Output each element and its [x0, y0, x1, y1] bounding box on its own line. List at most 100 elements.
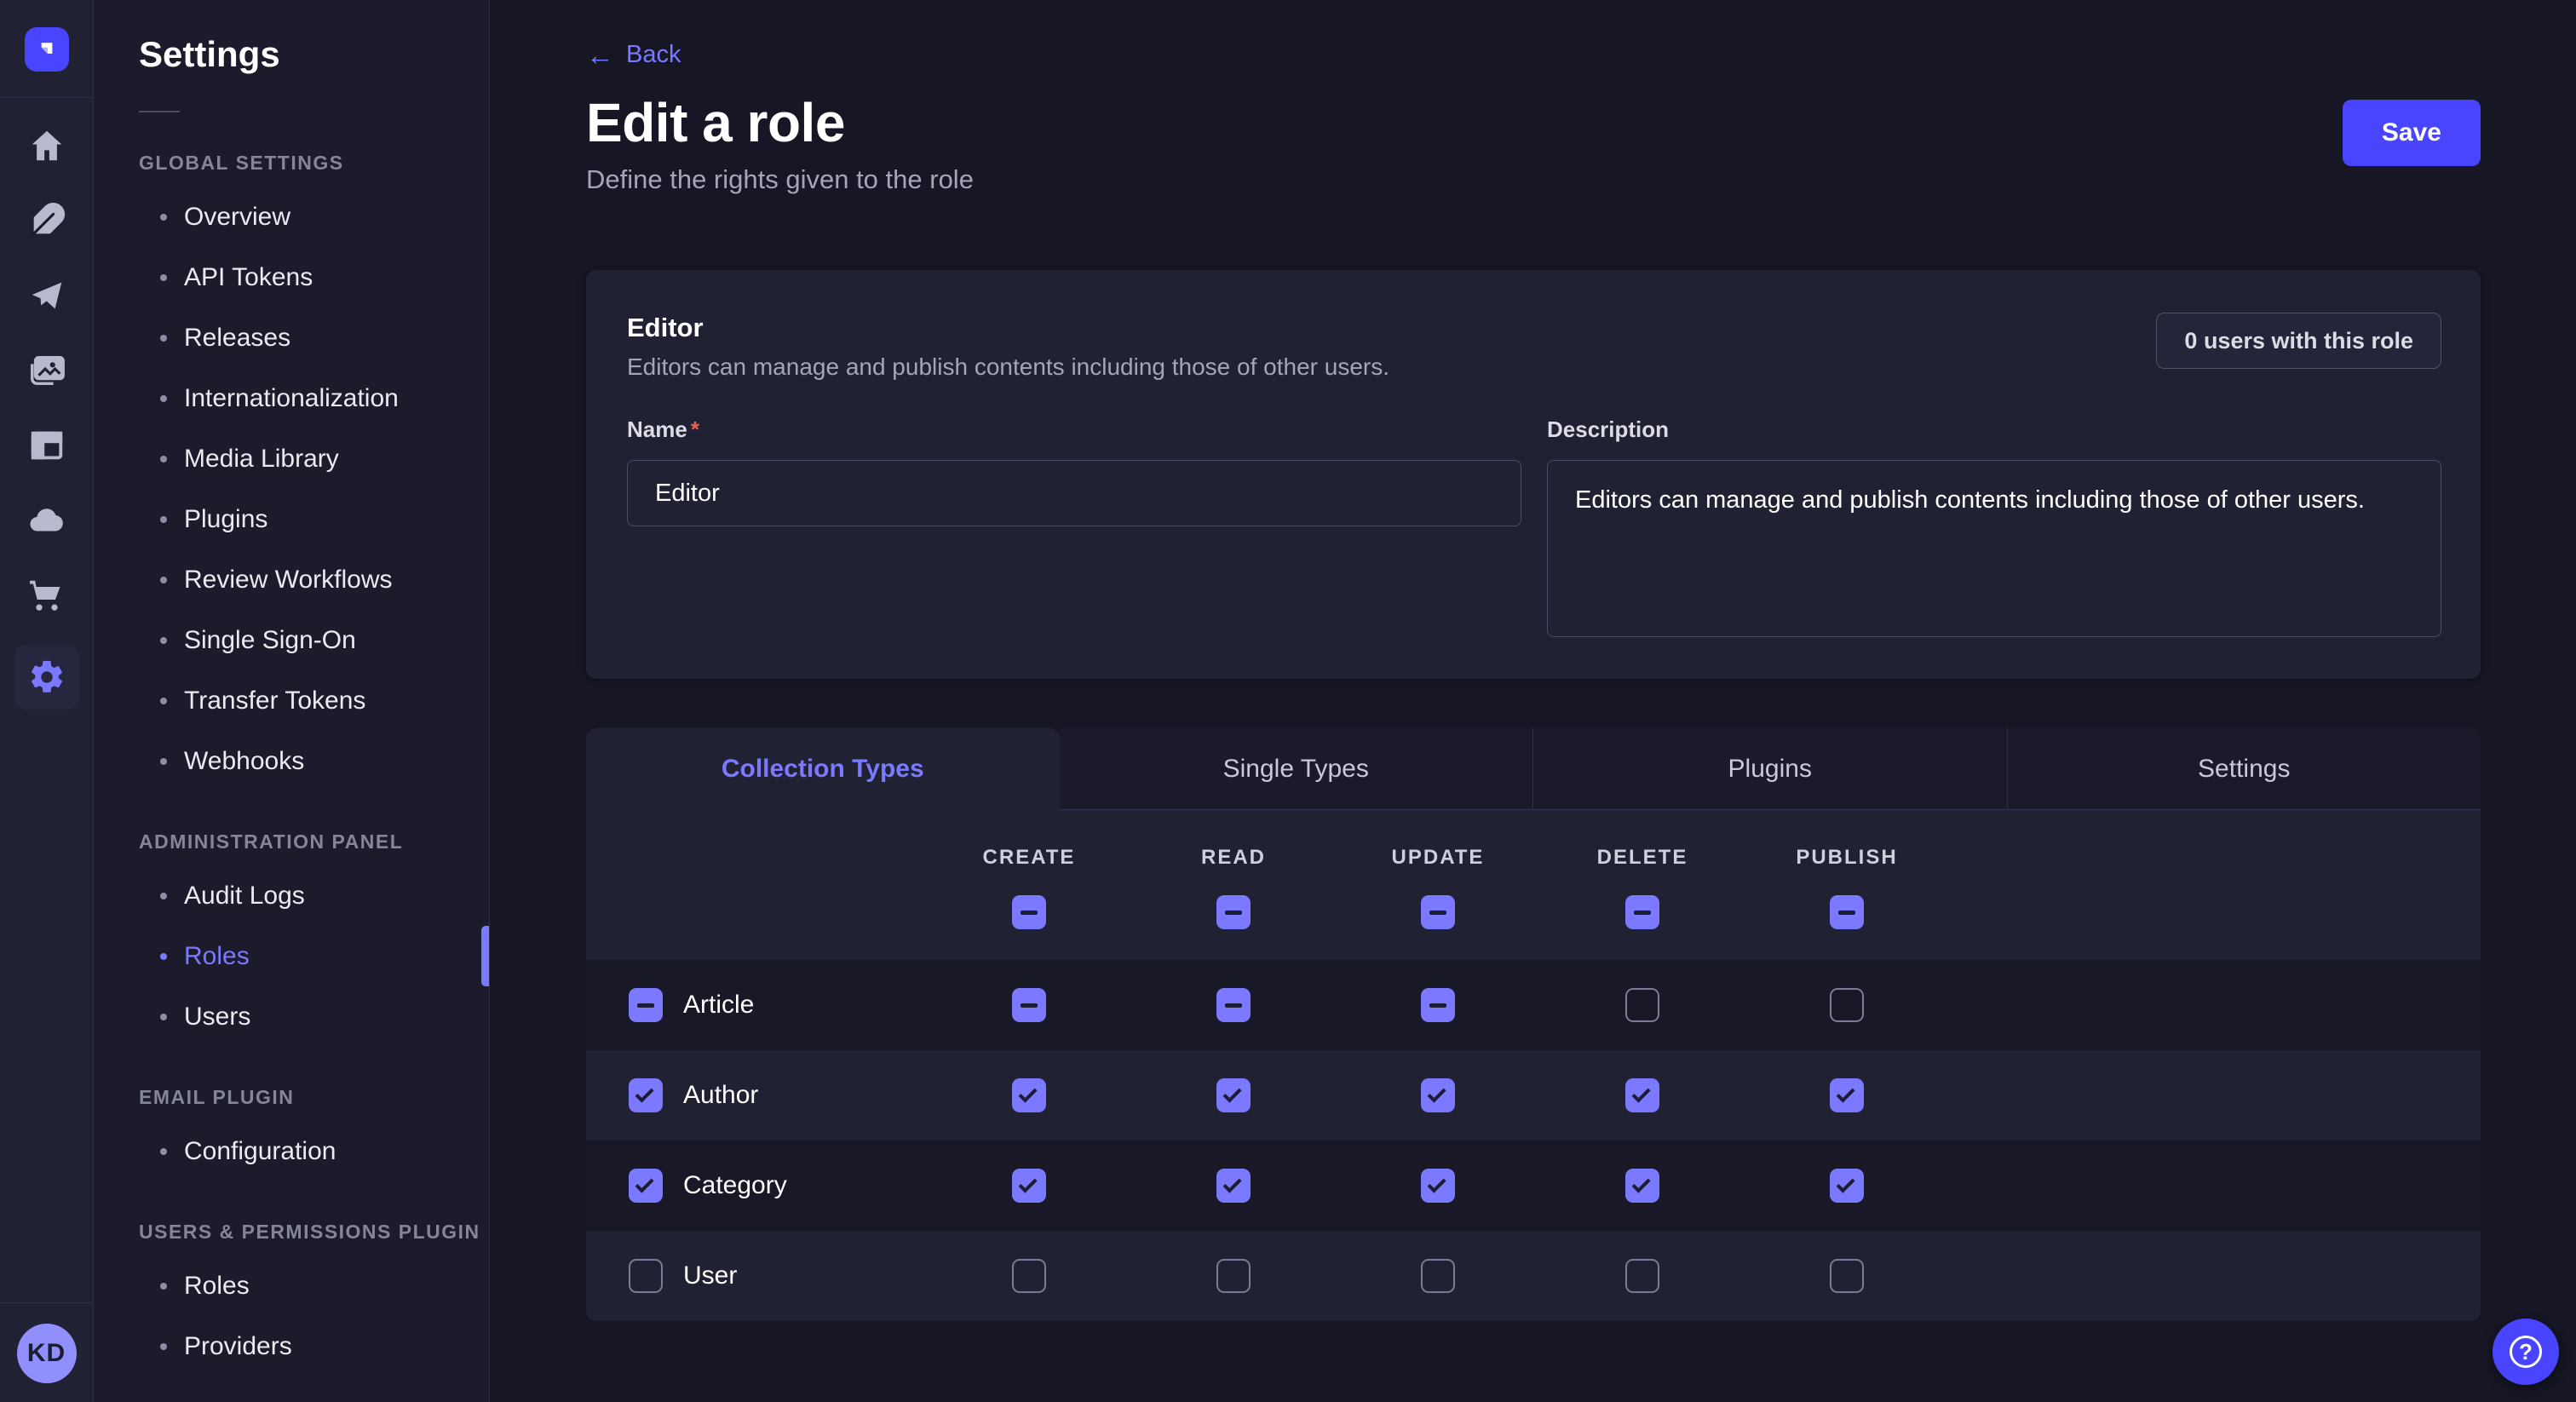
content-builder-feather-icon[interactable]: [14, 195, 79, 246]
row-label: User: [683, 1261, 737, 1290]
user-publish-checkbox[interactable]: [1830, 1259, 1864, 1293]
check-mark-icon: [1632, 1174, 1651, 1192]
rail-icon-list: [14, 120, 79, 720]
settings-nav-item-media-library[interactable]: Media Library: [94, 428, 489, 489]
settings-nav-item-providers[interactable]: Providers: [94, 1316, 489, 1376]
author-delete-checkbox[interactable]: [1625, 1078, 1659, 1112]
check-mark-icon: [1632, 1083, 1651, 1102]
permission-cell: [1745, 1078, 1949, 1112]
user-create-checkbox[interactable]: [1012, 1259, 1046, 1293]
deploy-paper-plane-icon[interactable]: [14, 270, 79, 321]
settings-nav-item-configuration[interactable]: Configuration: [94, 1121, 489, 1181]
description-field-label: Description: [1547, 417, 2441, 443]
header-checkbox-cell: [1336, 895, 1540, 929]
user-delete-checkbox[interactable]: [1625, 1259, 1659, 1293]
bullet-icon: [160, 893, 167, 899]
home-icon[interactable]: [14, 120, 79, 171]
marketplace-cart-icon[interactable]: [14, 570, 79, 621]
select-row-user-checkbox[interactable]: [629, 1259, 663, 1293]
avatar[interactable]: KD: [17, 1324, 77, 1383]
tab-plugins[interactable]: Plugins: [1532, 728, 2007, 810]
permission-cell: [1131, 1259, 1336, 1293]
article-create-checkbox[interactable]: [1012, 988, 1046, 1022]
nav-item-label: Internationalization: [184, 384, 399, 413]
settings-nav-item-transfer-tokens[interactable]: Transfer Tokens: [94, 670, 489, 731]
settings-nav-item-overview[interactable]: Overview: [94, 187, 489, 247]
indeterminate-dash-icon: [1838, 911, 1855, 915]
category-publish-checkbox[interactable]: [1830, 1169, 1864, 1203]
nav-section-label-administration-panel: ADMINISTRATION PANEL: [139, 830, 489, 853]
permission-cell: [1745, 1259, 1949, 1293]
author-create-checkbox[interactable]: [1012, 1078, 1046, 1112]
subnav-title: Settings: [139, 34, 489, 75]
indeterminate-dash-icon: [1634, 911, 1651, 915]
select-all-delete-checkbox[interactable]: [1625, 895, 1659, 929]
category-read-checkbox[interactable]: [1216, 1169, 1251, 1203]
bullet-icon: [160, 1283, 167, 1290]
select-all-create-checkbox[interactable]: [1012, 895, 1046, 929]
nav-item-label: Roles: [184, 1272, 250, 1301]
tab-single-types[interactable]: Single Types: [1060, 728, 1533, 810]
author-update-checkbox[interactable]: [1421, 1078, 1455, 1112]
media-library-images-icon[interactable]: [14, 345, 79, 396]
settings-nav-item-webhooks[interactable]: Webhooks: [94, 731, 489, 791]
settings-nav-item-internationalization[interactable]: Internationalization: [94, 368, 489, 428]
cloud-icon[interactable]: [14, 495, 79, 546]
name-input[interactable]: [627, 460, 1521, 526]
header-checkbox-cell: [1745, 895, 1949, 929]
users-with-role-button[interactable]: 0 users with this role: [2156, 313, 2441, 369]
rail-divider: [0, 97, 94, 98]
settings-nav-item-audit-logs[interactable]: Audit Logs: [94, 865, 489, 926]
indeterminate-dash-icon: [637, 1003, 654, 1008]
select-row-author-checkbox[interactable]: [629, 1078, 663, 1112]
tab-settings[interactable]: Settings: [2007, 728, 2481, 810]
author-read-checkbox[interactable]: [1216, 1078, 1251, 1112]
article-read-checkbox[interactable]: [1216, 988, 1251, 1022]
user-update-checkbox[interactable]: [1421, 1259, 1455, 1293]
content-manager-layout-icon[interactable]: [14, 420, 79, 471]
header-checkbox-cell: [1131, 895, 1336, 929]
select-all-read-checkbox[interactable]: [1216, 895, 1251, 929]
select-all-update-checkbox[interactable]: [1421, 895, 1455, 929]
article-publish-checkbox[interactable]: [1830, 988, 1864, 1022]
nav-item-label: Roles: [184, 942, 250, 971]
settings-nav-item-roles[interactable]: Roles: [94, 926, 489, 986]
author-publish-checkbox[interactable]: [1830, 1078, 1864, 1112]
settings-nav-item-api-tokens[interactable]: API Tokens: [94, 247, 489, 307]
settings-nav-item-single-sign-on[interactable]: Single Sign-On: [94, 610, 489, 670]
back-link[interactable]: ← Back: [586, 41, 681, 69]
settings-gear-icon[interactable]: [14, 645, 79, 710]
bullet-icon: [160, 456, 167, 463]
settings-nav-item-review-workflows[interactable]: Review Workflows: [94, 549, 489, 610]
article-update-checkbox[interactable]: [1421, 988, 1455, 1022]
column-label-publish: Publish: [1745, 846, 1949, 870]
select-all-publish-checkbox[interactable]: [1830, 895, 1864, 929]
description-textarea[interactable]: Editors can manage and publish contents …: [1547, 460, 2441, 637]
category-create-checkbox[interactable]: [1012, 1169, 1046, 1203]
check-mark-icon: [1019, 1174, 1038, 1192]
bullet-icon: [160, 637, 167, 644]
permission-cell: [1336, 1259, 1540, 1293]
settings-nav-item-users[interactable]: Users: [94, 986, 489, 1047]
help-button[interactable]: ?: [2493, 1319, 2559, 1385]
tab-collection-types[interactable]: Collection Types: [586, 728, 1060, 810]
permission-cell: [927, 1259, 1131, 1293]
settings-nav-item-releases[interactable]: Releases: [94, 307, 489, 368]
category-update-checkbox[interactable]: [1421, 1169, 1455, 1203]
subnav-title-divider: [139, 111, 180, 112]
article-delete-checkbox[interactable]: [1625, 988, 1659, 1022]
settings-nav-item-plugins[interactable]: Plugins: [94, 489, 489, 549]
strapi-logo[interactable]: [25, 27, 69, 72]
settings-nav-item-roles[interactable]: Roles: [94, 1255, 489, 1316]
select-row-category-checkbox[interactable]: [629, 1169, 663, 1203]
nav-item-label: Users: [184, 1003, 250, 1031]
category-delete-checkbox[interactable]: [1625, 1169, 1659, 1203]
row-label: Category: [683, 1171, 787, 1200]
column-checkbox-row: [586, 895, 2481, 929]
bullet-icon: [160, 516, 167, 523]
select-row-article-checkbox[interactable]: [629, 988, 663, 1022]
permissions-table-header: CreateReadUpdateDeletePublish: [586, 810, 2481, 960]
bullet-icon: [160, 214, 167, 221]
save-button[interactable]: Save: [2343, 100, 2481, 166]
user-read-checkbox[interactable]: [1216, 1259, 1251, 1293]
